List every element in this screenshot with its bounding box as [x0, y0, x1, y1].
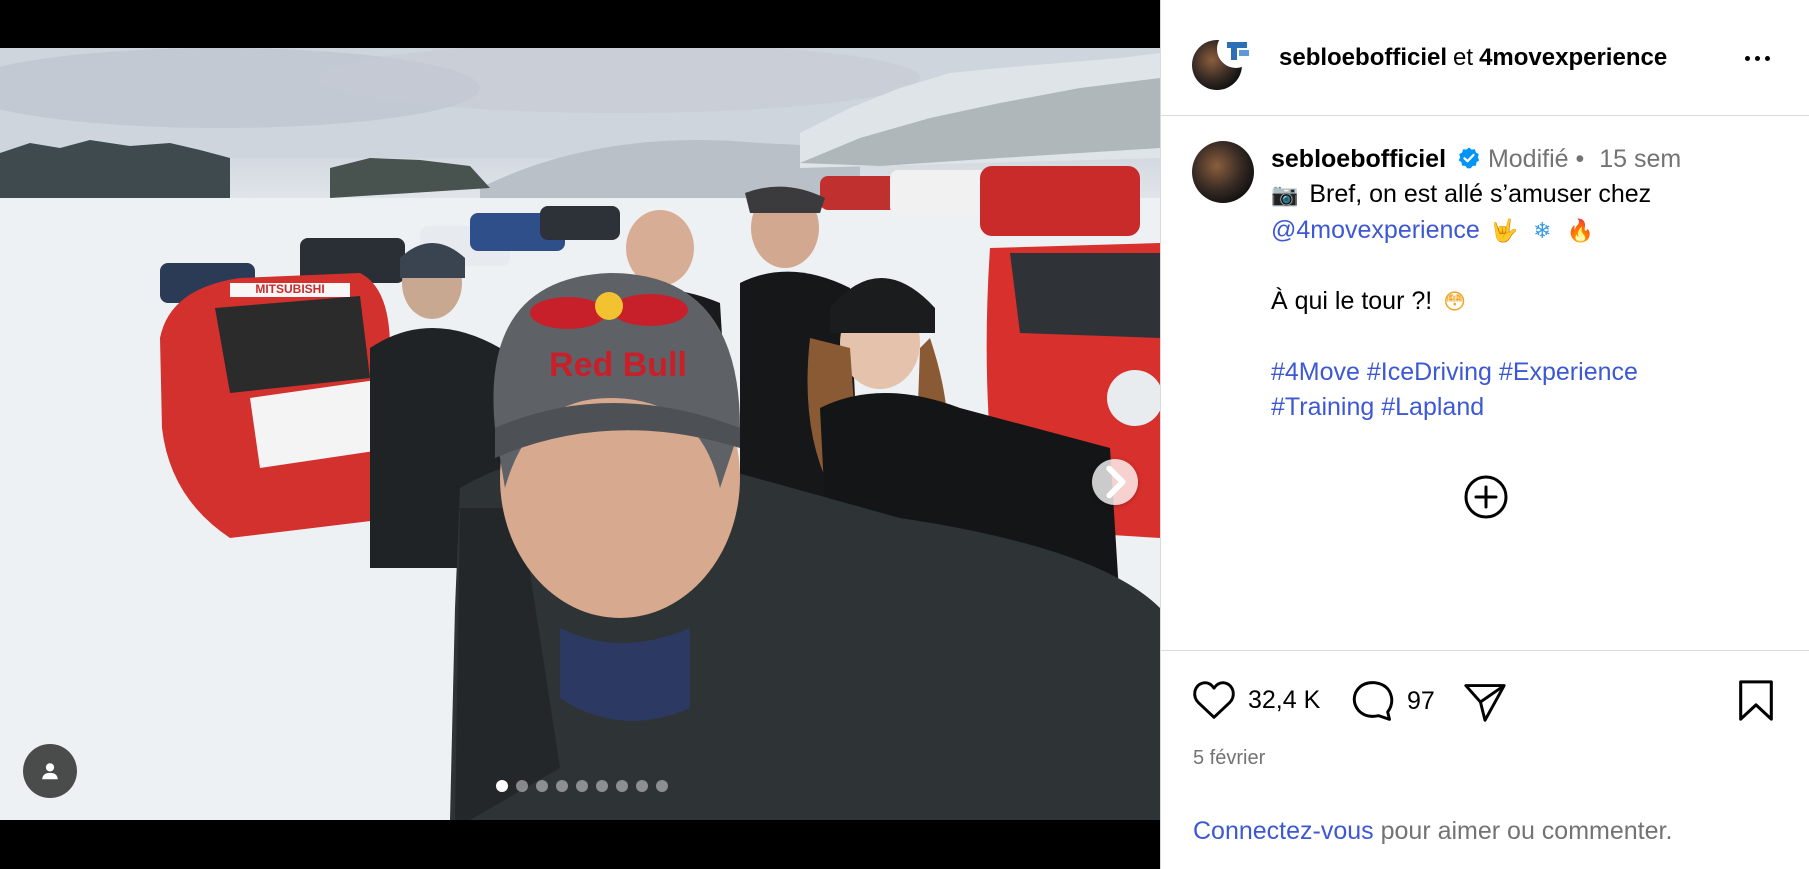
caption-line-3-text: À qui le tour ?! [1271, 287, 1433, 315]
caption-spacer-2 [1271, 320, 1791, 355]
user-tag-icon [42, 763, 58, 780]
caption-header: sebloebofficiel Modifié • 15 sem [1271, 143, 1681, 178]
carousel-indicators [496, 780, 668, 792]
fire-emoji: 🔥 [1566, 219, 1594, 244]
meta-bullet: • [1575, 145, 1585, 173]
share-button[interactable] [1463, 681, 1507, 723]
beanie-logo-text: Red Bull [549, 346, 687, 384]
like-button[interactable]: 32,4 K [1192, 679, 1320, 721]
comment-icon [1352, 681, 1394, 721]
post-header: sebloebofficiel et 4movexperience [1161, 0, 1809, 116]
author-username-link[interactable]: sebloebofficiel [1279, 44, 1447, 71]
photo-illustration: Red Bull MITSUBISHI [0, 48, 1160, 820]
hashtag-link[interactable]: #Experience [1499, 358, 1638, 386]
collaborator-avatar[interactable] [1217, 30, 1255, 68]
caption-text: 📷 Bref, on est allé s’amuser chez @4move… [1271, 177, 1791, 425]
next-slide-button[interactable] [1092, 459, 1138, 505]
flushed-face-emoji: 😳 [1443, 290, 1467, 315]
carousel-dot [576, 780, 588, 792]
carousel-dot [496, 780, 508, 792]
share-icon [1464, 684, 1506, 722]
carousel-dot [536, 780, 548, 792]
caption-line-2: @4movexperience 🤟 ❄ 🔥 [1271, 213, 1791, 249]
carousel-dot [636, 780, 648, 792]
caption-line-1-text: Bref, on est allé s’amuser chez [1309, 180, 1652, 208]
post-photo[interactable]: Red Bull MITSUBISHI [0, 48, 1160, 820]
chevron-right-icon [1106, 465, 1126, 499]
login-prompt: Connectez-vous pour aimer ou commenter. [1193, 817, 1672, 846]
carousel-dot [596, 780, 608, 792]
mention-link[interactable]: @4movexperience [1271, 216, 1480, 244]
post-age[interactable]: 15 sem [1599, 145, 1681, 173]
caption-line-3: À qui le tour ?! 😳 [1271, 284, 1791, 320]
hashtag-link[interactable]: #4Move [1271, 358, 1360, 386]
save-button[interactable] [1737, 679, 1775, 723]
likes-count[interactable]: 32,4 K [1248, 686, 1320, 715]
comments-count[interactable]: 97 [1407, 687, 1435, 716]
collaborator-logo-icon [1219, 32, 1253, 66]
login-prompt-text: pour aimer ou commenter. [1380, 817, 1673, 845]
plus-circle-icon [1464, 475, 1508, 519]
caption-spacer-1 [1271, 249, 1791, 284]
hashtag-row-2: #Training #Lapland [1271, 390, 1791, 425]
bookmark-icon [1739, 680, 1773, 721]
more-icon [1744, 55, 1770, 61]
login-link[interactable]: Connectez-vous [1193, 817, 1374, 845]
car-sticker-text: MITSUBISHI [255, 282, 324, 296]
hashtag-row-1: #4Move #IceDriving #Experience [1271, 355, 1791, 390]
rock-hand-emoji: 🤟 [1490, 219, 1519, 244]
edited-label: Modifié [1487, 145, 1569, 173]
verified-badge-icon [1457, 146, 1481, 178]
authors-connector: et [1453, 44, 1474, 71]
camera-emoji: 📷 [1271, 183, 1299, 208]
post-media: Red Bull MITSUBISHI [0, 0, 1160, 869]
carousel-dot [656, 780, 668, 792]
snowflake-emoji: ❄ [1533, 219, 1552, 244]
heart-icon [1193, 681, 1235, 719]
carousel-dot [516, 780, 528, 792]
hashtag-link[interactable]: #Training [1271, 393, 1374, 421]
post-side-panel: sebloebofficiel et 4movexperience sebloebo… [1160, 0, 1809, 869]
hashtag-link[interactable]: #Lapland [1381, 393, 1484, 421]
hashtag-link[interactable]: #IceDriving [1367, 358, 1492, 386]
load-more-comments-button[interactable] [1463, 474, 1509, 520]
comment-button[interactable]: 97 [1351, 679, 1435, 723]
post-actions: 32,4 K 97 5 février Connectez-vous pour … [1161, 650, 1809, 869]
caption-username-link[interactable]: sebloebofficiel [1271, 145, 1446, 173]
carousel-dot [616, 780, 628, 792]
caption-line-1: 📷 Bref, on est allé s’amuser chez [1271, 177, 1791, 213]
collaborator-username-link[interactable]: 4movexperience [1479, 44, 1667, 71]
carousel-dot [556, 780, 568, 792]
post-authors: sebloebofficiel et 4movexperience [1279, 43, 1667, 73]
post-date[interactable]: 5 février [1193, 747, 1265, 770]
caption-author-avatar[interactable] [1192, 141, 1254, 203]
more-options-button[interactable] [1737, 40, 1777, 76]
tagged-users-button[interactable] [23, 744, 77, 798]
